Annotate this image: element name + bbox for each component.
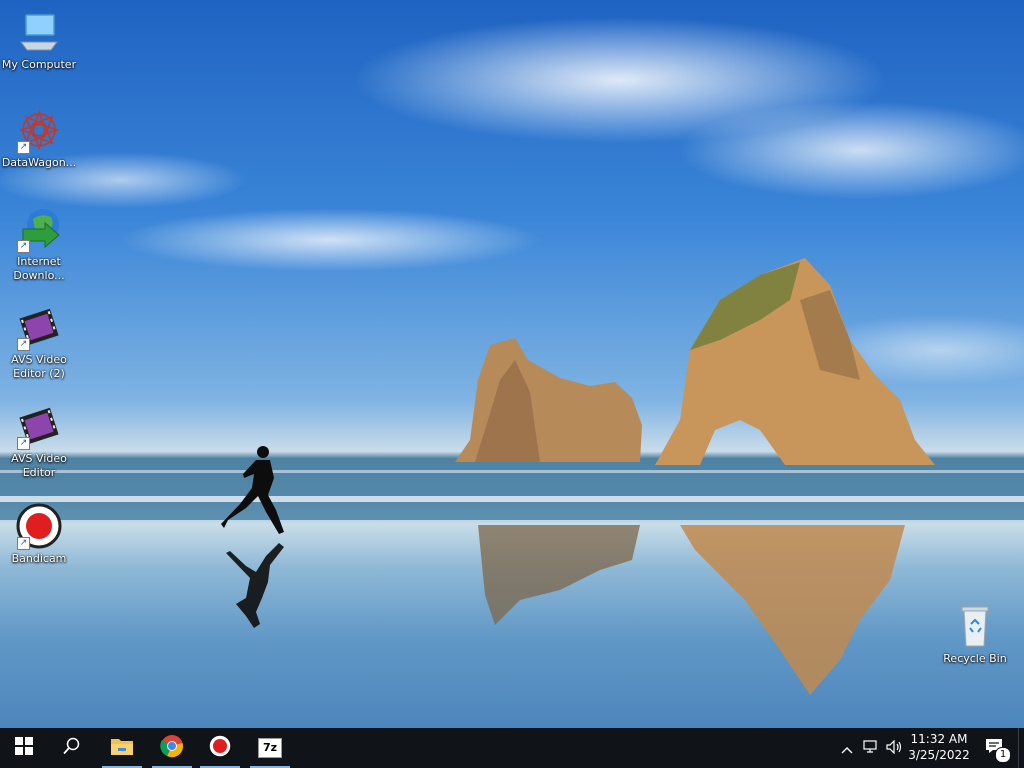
clock-date: 3/25/2022 bbox=[908, 748, 970, 762]
desktop-icon-recycle-bin[interactable]: Recycle Bin bbox=[936, 602, 1014, 666]
network-button[interactable] bbox=[860, 728, 882, 768]
wallpaper-scene bbox=[0, 258, 1024, 695]
desktop-icon-label: AVS Video Editor bbox=[11, 452, 67, 479]
shortcut-arrow-icon: ↗ bbox=[17, 537, 30, 550]
search-icon bbox=[63, 737, 81, 759]
windows-start-icon bbox=[15, 737, 33, 759]
computer-icon bbox=[15, 8, 63, 56]
clock-button[interactable]: 11:32 AM 3/25/2022 bbox=[908, 731, 970, 765]
desktop-icon-internet-download-manager[interactable]: ↗ Internet Downlo... bbox=[0, 205, 78, 283]
datawagon-icon: ↗ bbox=[15, 106, 63, 154]
desktop-icon-label: My Computer bbox=[1, 58, 77, 71]
desktop-icon-bandicam[interactable]: ↗ Bandicam bbox=[0, 502, 78, 566]
taskbar-chrome[interactable] bbox=[148, 728, 196, 768]
search-button[interactable] bbox=[48, 728, 96, 768]
shortcut-arrow-icon: ↗ bbox=[17, 141, 30, 154]
notification-icon: 1 bbox=[985, 738, 1011, 763]
desktop-icon-label: Recycle Bin bbox=[943, 652, 1007, 665]
taskbar-file-explorer[interactable] bbox=[98, 728, 146, 768]
network-icon bbox=[863, 739, 879, 758]
desktop-icon-avs-video-editor-2[interactable]: ↗ AVS Video Editor (2) bbox=[0, 303, 78, 381]
chevron-up-icon bbox=[841, 739, 853, 758]
action-center-button[interactable]: 1 bbox=[976, 728, 1012, 768]
chrome-icon bbox=[160, 734, 184, 762]
avs-video-editor-icon: ↗ bbox=[15, 402, 63, 450]
taskbar-7zip[interactable]: 7z bbox=[246, 728, 294, 768]
desktop-wallpaper: My Computer ↗ DataWagon... ↗ Internet Do… bbox=[0, 0, 1024, 728]
show-desktop-button[interactable] bbox=[1018, 728, 1024, 768]
desktop-icon-label: DataWagon... bbox=[1, 156, 77, 169]
desktop-icon-label: Bandicam bbox=[11, 552, 67, 565]
start-button[interactable] bbox=[0, 728, 48, 768]
show-hidden-icons-button[interactable] bbox=[838, 728, 856, 768]
desktop-icon-label: AVS Video Editor (2) bbox=[11, 353, 67, 380]
desktop-icon-my-computer[interactable]: My Computer bbox=[0, 8, 78, 72]
volume-button[interactable] bbox=[884, 728, 906, 768]
notification-count-badge: 1 bbox=[995, 747, 1011, 763]
internet-download-manager-icon: ↗ bbox=[15, 205, 63, 253]
desktop-icon-avs-video-editor[interactable]: ↗ AVS Video Editor bbox=[0, 402, 78, 480]
shortcut-arrow-icon: ↗ bbox=[17, 437, 30, 450]
bandicam-icon bbox=[208, 734, 232, 762]
desktop-icon-datawagon[interactable]: ↗ DataWagon... bbox=[0, 106, 78, 170]
taskbar: 7z 11:32 AM 3/25/2022 1 bbox=[0, 728, 1024, 768]
recycle-bin-icon bbox=[951, 602, 999, 650]
7zip-icon: 7z bbox=[258, 738, 282, 758]
avs-video-editor-icon: ↗ bbox=[15, 303, 63, 351]
file-explorer-icon bbox=[110, 736, 134, 760]
shortcut-arrow-icon: ↗ bbox=[17, 338, 30, 351]
bandicam-icon: ↗ bbox=[15, 502, 63, 550]
speaker-icon bbox=[886, 739, 904, 758]
desktop-icon-label: Internet Downlo... bbox=[13, 255, 65, 282]
clock-time: 11:32 AM bbox=[910, 732, 968, 746]
taskbar-bandicam[interactable] bbox=[196, 728, 244, 768]
shortcut-arrow-icon: ↗ bbox=[17, 240, 30, 253]
